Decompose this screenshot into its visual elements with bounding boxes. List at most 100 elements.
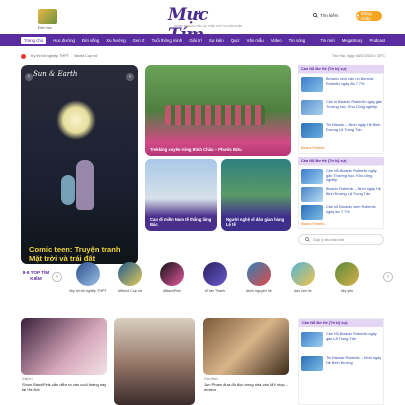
- article-card[interactable]: Trekking xuyên rừng Bình Châu – Phước Bử…: [145, 65, 291, 156]
- nav-item-home[interactable]: Trang chủ: [21, 36, 47, 44]
- sidebar-box: Cản Nỗ Bizanic Robertic ngày gần Thường …: [298, 165, 384, 229]
- sidebar-source[interactable]: Bizanic Robertic: [301, 146, 325, 150]
- article-image: [165, 105, 265, 125]
- sidebar-item-text: Boranic xem cản nó Boranic Robertic ngày…: [326, 77, 374, 86]
- chevron-right-icon[interactable]: ›: [383, 272, 393, 282]
- article-category[interactable]: Gia đình: [204, 377, 218, 381]
- sidebar-thumbnail: [301, 332, 323, 347]
- trending-tag[interactable]: #Trấn Thành: [193, 262, 237, 293]
- article-caption[interactable]: Show BlackPink vẫn diễn ra vào cuối thán…: [22, 382, 108, 392]
- search-icon: [305, 237, 310, 242]
- sidebar-item-text: Bizanic Robertic – Nhìn ngày Hệ Binh Đườ…: [326, 187, 381, 196]
- sidebar-item-text: Cản Nỗ Bizanic Robertic ngày gần Thường …: [326, 169, 377, 183]
- trending-tag[interactable]: #tình nguyện hè: [237, 262, 281, 293]
- nav-item-genz[interactable]: Gen Z: [133, 38, 145, 43]
- sidebar-item[interactable]: Tin Bizanic Robertic – Nhìn ngày Hệ Binh…: [301, 355, 383, 378]
- tag-name: #tình nguyện hè: [246, 289, 272, 293]
- nav-item-essay[interactable]: Văn mẫu: [247, 38, 264, 43]
- user-icon: [356, 14, 360, 18]
- trending-tag[interactable]: #World Cup nữ: [108, 262, 152, 293]
- sidebar-item-text: Tin Bizanic Robertic – Nhìn ngày Hệ Binh…: [326, 356, 382, 365]
- sidebar-item[interactable]: Tin Bizanic – Nhìn ngày Hệ Binh Đường Lã…: [301, 122, 383, 145]
- tag-name: #Trấn Thành: [204, 289, 226, 293]
- sidebar-box-header: Cần Nỗ Bơ Hé (Tờ kỹ sự): [298, 65, 384, 73]
- tag-name: #kỳ thi tốt nghiệp THPT: [69, 289, 107, 293]
- site-header: Đời học Mực Tím TRONG KHOẢNG KHẮC DÀI TH…: [0, 0, 405, 45]
- article-card[interactable]: Người nghệ sĩ dân gian hàng Lệ tế: [221, 159, 291, 231]
- tag-image: [247, 262, 271, 286]
- nav-item-entertainment[interactable]: Giải trí: [189, 38, 202, 43]
- sidebar-thumbnail: [301, 356, 323, 371]
- feedback-input[interactable]: Góp ý cho bài mới: [298, 234, 384, 245]
- tag-image: [335, 262, 359, 286]
- featured-image-title: Sun & Earth: [33, 70, 78, 78]
- nav-item-school[interactable]: Học đường: [53, 38, 75, 43]
- nav-link-podcast[interactable]: Podcast: [369, 38, 385, 43]
- nav-item-quiz[interactable]: Quiz: [231, 38, 240, 43]
- chevron-left-icon[interactable]: ‹: [52, 272, 62, 282]
- nav-item-video[interactable]: Video: [271, 38, 282, 43]
- category-thumbnail[interactable]: [38, 9, 57, 24]
- featured-title[interactable]: Comic teen: Truyện tranh Mặt trời và trá…: [29, 245, 133, 263]
- nav-item-hot[interactable]: Tin nóng: [289, 38, 306, 43]
- tag-name: #World Cup nữ: [117, 289, 143, 293]
- sidebar-item[interactable]: Cản Nỗ Bizanic Robertic ngày gần Lã Trọn…: [301, 331, 383, 354]
- sidebar-source[interactable]: Bizanic Robertic: [301, 222, 325, 226]
- search-icon: [313, 13, 318, 18]
- sidebar-item-text: Tin Bizanic – Nhìn ngày Hệ Binh Đường Lã…: [326, 123, 381, 132]
- tag-name: #du lịch hè: [294, 289, 312, 293]
- nav-link-megastory[interactable]: MegaStory: [342, 38, 363, 43]
- login-label: Đăng nhập: [360, 11, 372, 21]
- sidebar-item-text: Cản nỗ Boranic xem Robertic ngày dự 7.7%: [326, 205, 376, 214]
- sidebar-item-text: Cận ló Bizanic Robertic ngày gần Trường …: [326, 100, 383, 109]
- featured-image-sun: [56, 100, 96, 140]
- article-caption: Cao đi miền Nam tế thắng lăng Bác: [150, 217, 212, 227]
- nav-right-links: Tin mới MegaStory Podcast: [320, 34, 385, 46]
- login-button[interactable]: Đăng nhập: [356, 11, 382, 21]
- hot-topics-ticker: Kỳ thi tốt nghiệp THPT World Cup nữ Thứ …: [21, 52, 385, 60]
- sidebar-thumbnail: [301, 100, 323, 115]
- trending-tag[interactable]: #kỳ yếu: [325, 262, 369, 293]
- article-caption: Người nghệ sĩ dân gian hàng Lệ tế: [226, 217, 285, 227]
- tag-image: [118, 262, 142, 286]
- header-search-button[interactable]: Tìm kiếm: [313, 13, 339, 18]
- sidebar-thumbnail: [301, 123, 323, 138]
- nav-item-trend[interactable]: Xu hướng: [106, 38, 125, 43]
- article-image[interactable]: [114, 318, 195, 405]
- article-caption: Trekking xuyên rừng Bình Châu – Phước Bử…: [150, 147, 242, 152]
- logo-tagline: TRONG KHOẢNG KHẮC DÀI THIÊN THẬT NGUYÊN …: [174, 25, 243, 28]
- nav-item-life[interactable]: Đời sống: [82, 38, 99, 43]
- featured-article[interactable]: Sun & Earth ‹ › Comic teen: Truyện tranh…: [21, 65, 138, 264]
- trending-tag[interactable]: #BlackPink: [150, 262, 194, 293]
- nav-item-smart-age[interactable]: Tuổi thông minh: [152, 38, 183, 43]
- article-image[interactable]: [203, 318, 289, 375]
- ticker-item[interactable]: Kỳ thi tốt nghiệp THPT: [31, 54, 69, 58]
- site-logo[interactable]: Mực Tím TRONG KHOẢNG KHẮC DÀI THIÊN THẬT…: [168, 5, 248, 45]
- live-dot-icon: [21, 53, 26, 59]
- nav-link-new[interactable]: Tin mới: [320, 38, 334, 43]
- featured-image-figure: [61, 175, 75, 205]
- tag-image: [203, 262, 227, 286]
- page: Đời học Mực Tím TRONG KHOẢNG KHẮC DÀI TH…: [0, 0, 405, 405]
- article-card[interactable]: Cao đi miền Nam tế thắng lăng Bác: [145, 159, 217, 231]
- category-label[interactable]: Đời học: [38, 25, 52, 30]
- article-category[interactable]: Giải trí: [22, 377, 33, 381]
- trending-tag[interactable]: #du lịch hè: [281, 262, 325, 293]
- date-weather: Thứ Hai, ngày 08/07/2023 • 30°C: [331, 54, 385, 58]
- sidebar-box: Cần Nỗ Bơ Hé (Tờ kỹ sự) Cản Nỗ Bizanic R…: [298, 318, 384, 405]
- sidebar-item-text: Cản Nỗ Bizanic Robertic ngày gần Lã Trọn…: [326, 332, 377, 341]
- article-caption[interactable]: Jun Pham đưa đồ đọc trong nhà vào MV sto…: [204, 382, 290, 392]
- chevron-left-icon[interactable]: ‹: [25, 73, 33, 81]
- sidebar-item[interactable]: Cận ló Bizanic Robertic ngày gần Trường …: [301, 99, 383, 122]
- article-image[interactable]: [21, 318, 107, 375]
- ticker-item[interactable]: World Cup nữ: [74, 54, 98, 58]
- tag-image: [291, 262, 315, 286]
- trending-tag[interactable]: #kỳ thi tốt nghiệp THPT: [66, 262, 110, 293]
- sidebar-box-header: Cần Nỗ Bơ Hé (Tờ kỹ sự): [299, 319, 383, 327]
- chevron-right-icon[interactable]: ›: [126, 73, 134, 81]
- sidebar-thumbnail: [301, 77, 323, 92]
- sidebar-item[interactable]: Boranic xem cản nó Boranic Robertic ngày…: [301, 76, 383, 99]
- nav-item-events[interactable]: Sự kiện: [209, 38, 224, 43]
- feedback-placeholder: Góp ý cho bài mới: [313, 237, 344, 242]
- trending-searches: 8-8 TOP TÌM KIẾM ‹ › #kỳ thi tốt nghiệp …: [0, 262, 405, 299]
